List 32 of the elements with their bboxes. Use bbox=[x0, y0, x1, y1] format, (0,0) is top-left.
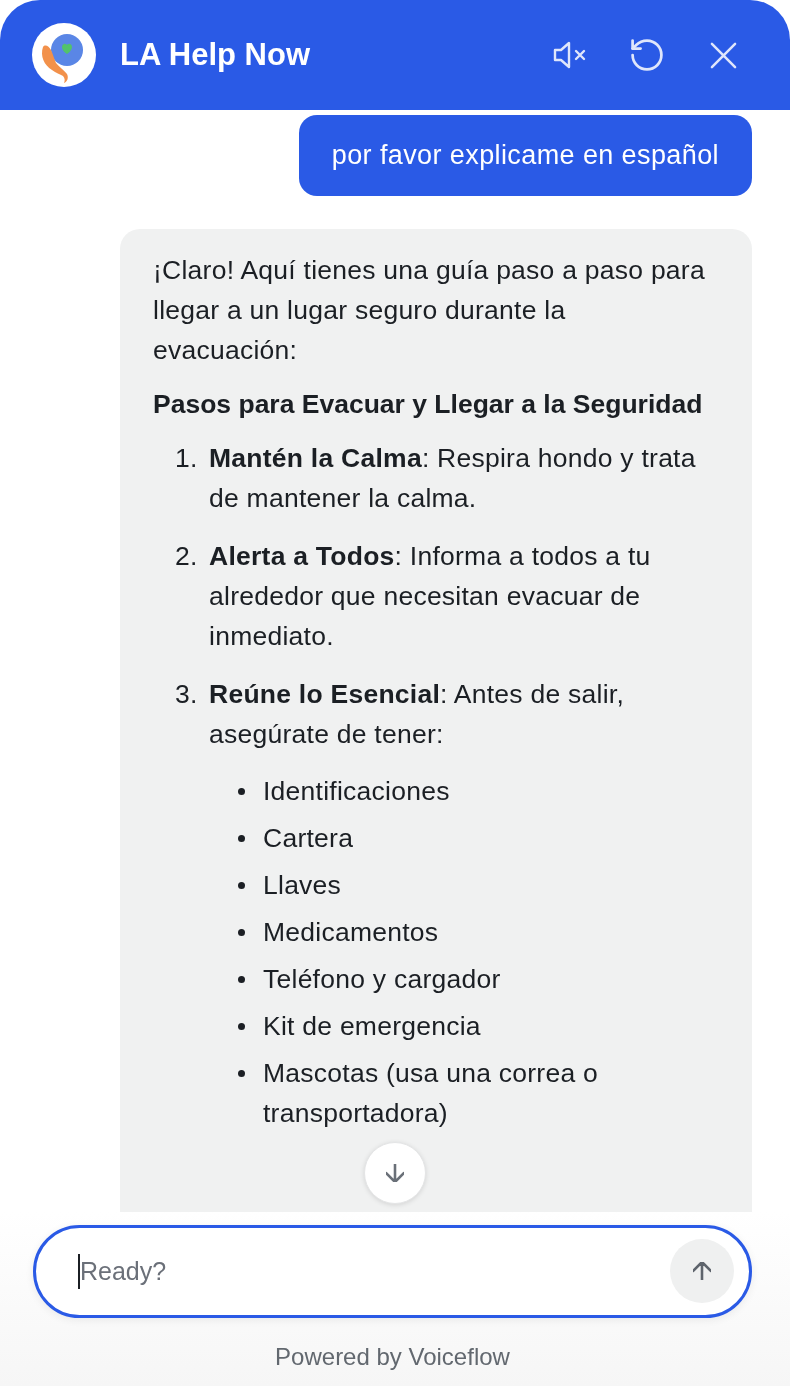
bullet-item-text: Llaves bbox=[263, 869, 342, 902]
bullet-icon bbox=[238, 835, 245, 842]
message-paragraph: ¡Claro! Aquí tienes una guía paso a paso para llegar a un lugar seguro durante la evacuación: bbox=[153, 254, 706, 367]
user-message-bubble: por favor explicame en español bbox=[298, 115, 752, 196]
powered-by-text: Powered by Voiceflow bbox=[274, 1342, 511, 1372]
bullet-icon bbox=[238, 1023, 245, 1030]
arrow-up-icon bbox=[693, 1262, 711, 1280]
bullet-item-text: Kit de emergencia bbox=[263, 1010, 481, 1043]
bullet-icon bbox=[238, 882, 245, 889]
restart-icon bbox=[631, 39, 663, 71]
list-item-text: Reúne lo Esencial: Antes de salir, asegúrate de tener: bbox=[209, 678, 626, 751]
bullet-icon bbox=[238, 788, 245, 795]
bullet-item-text: Teléfono y cargador bbox=[263, 963, 501, 996]
bullet-icon bbox=[238, 929, 245, 936]
bullet-item-text: Mascotas (usa una correa o transportadora) bbox=[263, 1057, 599, 1130]
list-number: 3. bbox=[175, 678, 199, 711]
message-heading: Pasos para Evacuar y Llegar a la Seguridad bbox=[153, 388, 704, 421]
bullet-icon bbox=[238, 1070, 245, 1077]
chat-title: LA Help Now bbox=[120, 37, 310, 73]
list-item-text: Alerta a Todos: Informa a todos a tu alrededor que necesitan evacuar de inmediato. bbox=[209, 540, 652, 653]
list-number: 2. bbox=[175, 540, 199, 573]
bullet-icon bbox=[238, 976, 245, 983]
close-icon bbox=[709, 41, 737, 69]
bullet-item-text: Medicamentos bbox=[263, 916, 439, 949]
bullet-item-text: Cartera bbox=[263, 822, 354, 855]
message-input[interactable]: Ready? bbox=[33, 1225, 752, 1318]
text-cursor-icon bbox=[78, 1254, 80, 1289]
arrow-down-icon bbox=[386, 1164, 404, 1182]
list-item-text: Mantén la Calma: Respira hondo y trata de mantener la calma. bbox=[209, 442, 697, 515]
list-number: 1. bbox=[175, 442, 199, 475]
logo-icon bbox=[32, 23, 96, 87]
bullet-item-text: Identificaciones bbox=[263, 775, 450, 808]
